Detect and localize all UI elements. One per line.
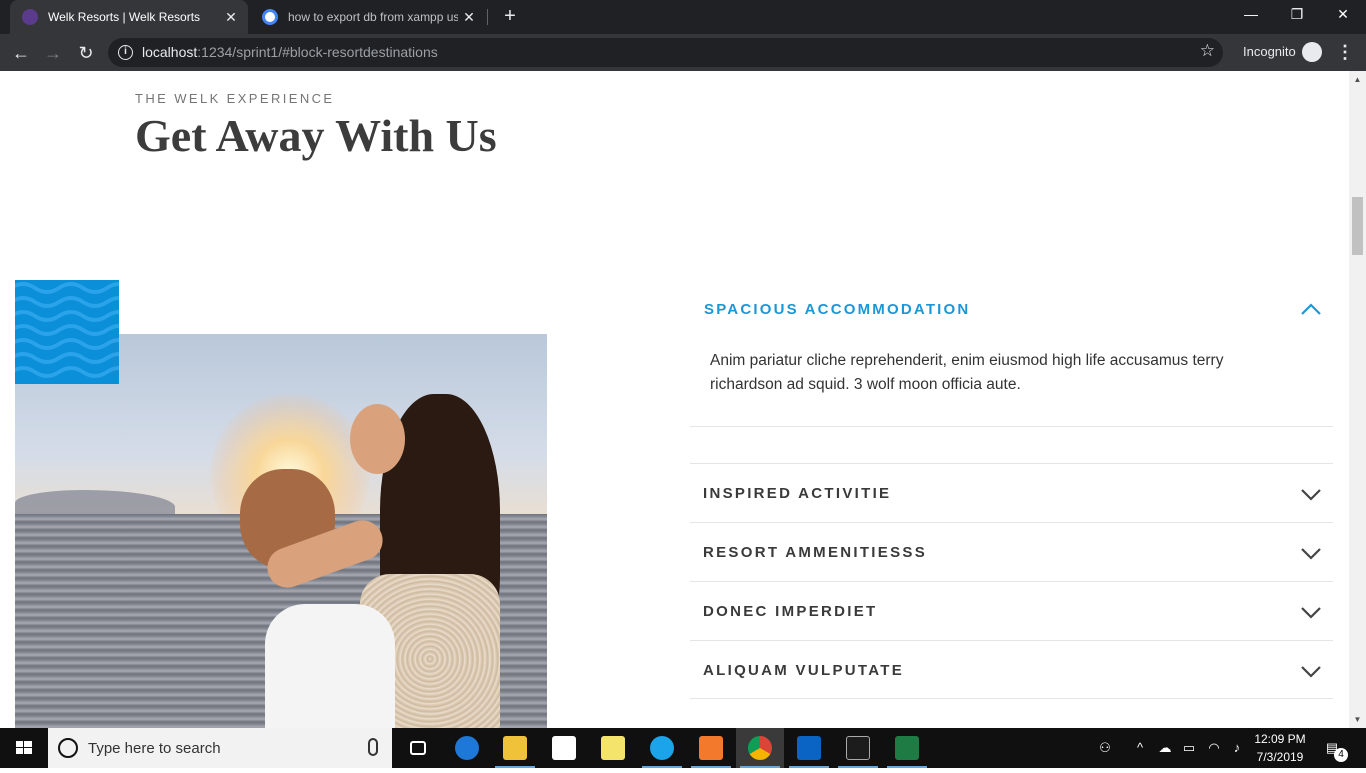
accordion-item-inspired-activitie[interactable]: INSPIRED ACTIVITIE [690, 463, 1333, 522]
chevron-down-icon[interactable] [1299, 602, 1323, 622]
accordion-item-open: SPACIOUS ACCOMMODATION Anim pariatur cli… [690, 281, 1333, 427]
accordion-title[interactable]: INSPIRED ACTIVITIE [703, 485, 891, 502]
bookmark-star-icon[interactable]: ☆ [1200, 41, 1215, 61]
mail-icon[interactable] [540, 728, 588, 768]
accordion-spacer [690, 427, 1333, 463]
accordion-title[interactable]: RESORT AMMENITIESSS [703, 544, 927, 561]
accordion-item-resort-ammenitiesss[interactable]: RESORT AMMENITIESSS [690, 522, 1333, 581]
accordion-body-text: Anim pariatur cliche reprehenderit, enim… [710, 352, 1224, 393]
battery-icon[interactable]: ▭ [1181, 740, 1197, 756]
tab-welk-resorts[interactable]: Welk Resorts | Welk Resorts ✕ [10, 0, 248, 34]
wave-pattern-decoration [15, 280, 119, 384]
excel-icon[interactable] [883, 728, 931, 768]
show-hidden-icons-chevron-icon[interactable]: ^ [1132, 740, 1148, 756]
edge-icon[interactable] [443, 728, 491, 768]
back-arrow-icon[interactable]: ← [8, 40, 34, 66]
close-tab-icon[interactable]: ✕ [458, 9, 480, 26]
chrome-icon[interactable] [736, 728, 784, 768]
chevron-down-icon[interactable] [1299, 484, 1323, 504]
tab-title: how to export db from xampp us [288, 10, 458, 24]
couple-beach-photo [15, 334, 547, 728]
page-viewport: THE WELK EXPERIENCE Get Away With Us SPA… [0, 71, 1349, 728]
cortana-icon [58, 738, 78, 758]
address-bar[interactable]: i localhost:1234/sprint1/#block-resortde… [108, 38, 1223, 67]
taskbar-search-box[interactable]: Type here to search [48, 728, 392, 768]
wifi-icon[interactable]: ◠ [1206, 740, 1222, 756]
clock-date[interactable]: 7/3/2019 [1252, 750, 1308, 764]
scroll-down-arrow-icon[interactable]: ▼ [1349, 711, 1366, 728]
section-headline: Get Away With Us [135, 110, 497, 161]
taskbar-search-placeholder: Type here to search [88, 740, 221, 757]
tab-separator [487, 9, 488, 25]
page-scrollbar[interactable]: ▲ ▼ [1349, 71, 1366, 728]
chevron-up-icon[interactable] [1299, 299, 1323, 319]
tab-google-search[interactable]: how to export db from xampp us ✕ [250, 0, 486, 34]
address-url[interactable]: localhost:1234/sprint1/#block-resortdest… [142, 44, 438, 60]
onedrive-icon[interactable]: ☁ [1157, 740, 1173, 756]
site-info-icon[interactable]: i [118, 45, 133, 60]
minimize-button[interactable]: — [1228, 0, 1274, 30]
sticky-notes-icon[interactable] [589, 728, 637, 768]
scroll-up-arrow-icon[interactable]: ▲ [1349, 71, 1366, 88]
close-tab-icon[interactable]: ✕ [220, 9, 242, 26]
new-tab-button[interactable]: + [498, 5, 522, 29]
forward-arrow-icon[interactable]: → [40, 40, 66, 66]
outlook-icon[interactable] [785, 728, 833, 768]
people-icon[interactable]: ⚇ [1097, 740, 1113, 756]
microphone-icon[interactable] [368, 738, 378, 756]
start-button[interactable] [0, 728, 48, 768]
windows-logo-icon [16, 741, 32, 754]
restore-button[interactable]: ❐ [1274, 0, 1320, 30]
command-prompt-icon[interactable] [834, 728, 882, 768]
reload-icon[interactable]: ↻ [73, 40, 99, 66]
windows-taskbar: Type here to search ⚇ ^ ☁ ▭ ◠ ♪ 12:09 PM… [0, 728, 1366, 768]
volume-icon[interactable]: ♪ [1229, 740, 1245, 756]
section-eyebrow: THE WELK EXPERIENCE [135, 91, 335, 106]
skype-icon[interactable] [638, 728, 686, 768]
accordion-title[interactable]: ALIQUAM VULPUTATE [703, 662, 904, 679]
accordion-title-spacious-accommodation[interactable]: SPACIOUS ACCOMMODATION [704, 301, 970, 318]
notification-count-badge: 4 [1334, 748, 1348, 762]
woman-face [350, 404, 405, 474]
chevron-down-icon[interactable] [1299, 543, 1323, 563]
features-accordion: SPACIOUS ACCOMMODATION Anim pariatur cli… [690, 281, 1333, 699]
chevron-down-icon[interactable] [1299, 661, 1323, 681]
accordion-item-aliquam-vulputate[interactable]: ALIQUAM VULPUTATE [690, 640, 1333, 699]
tab-title: Welk Resorts | Welk Resorts [48, 10, 201, 24]
accordion-item-donec-imperdiet[interactable]: DONEC IMPERDIET [690, 581, 1333, 640]
close-window-button[interactable]: ✕ [1320, 0, 1366, 30]
incognito-icon[interactable] [1302, 42, 1322, 62]
file-explorer-icon[interactable] [491, 728, 539, 768]
task-view-icon[interactable] [394, 728, 442, 768]
browser-toolbar: ← → ↻ i localhost:1234/sprint1/#block-re… [0, 34, 1366, 71]
browser-menu-icon[interactable]: ⋮ [1336, 40, 1354, 66]
man-shirt [265, 604, 395, 728]
accordion-title[interactable]: DONEC IMPERDIET [703, 603, 878, 620]
xampp-icon[interactable] [687, 728, 735, 768]
scroll-thumb[interactable] [1352, 197, 1363, 255]
welk-favicon-icon [22, 9, 38, 25]
incognito-label: Incognito [1243, 44, 1296, 59]
browser-tab-strip: Welk Resorts | Welk Resorts ✕ how to exp… [0, 0, 1366, 34]
clock-time[interactable]: 12:09 PM [1252, 732, 1308, 746]
google-favicon-icon [262, 9, 278, 25]
